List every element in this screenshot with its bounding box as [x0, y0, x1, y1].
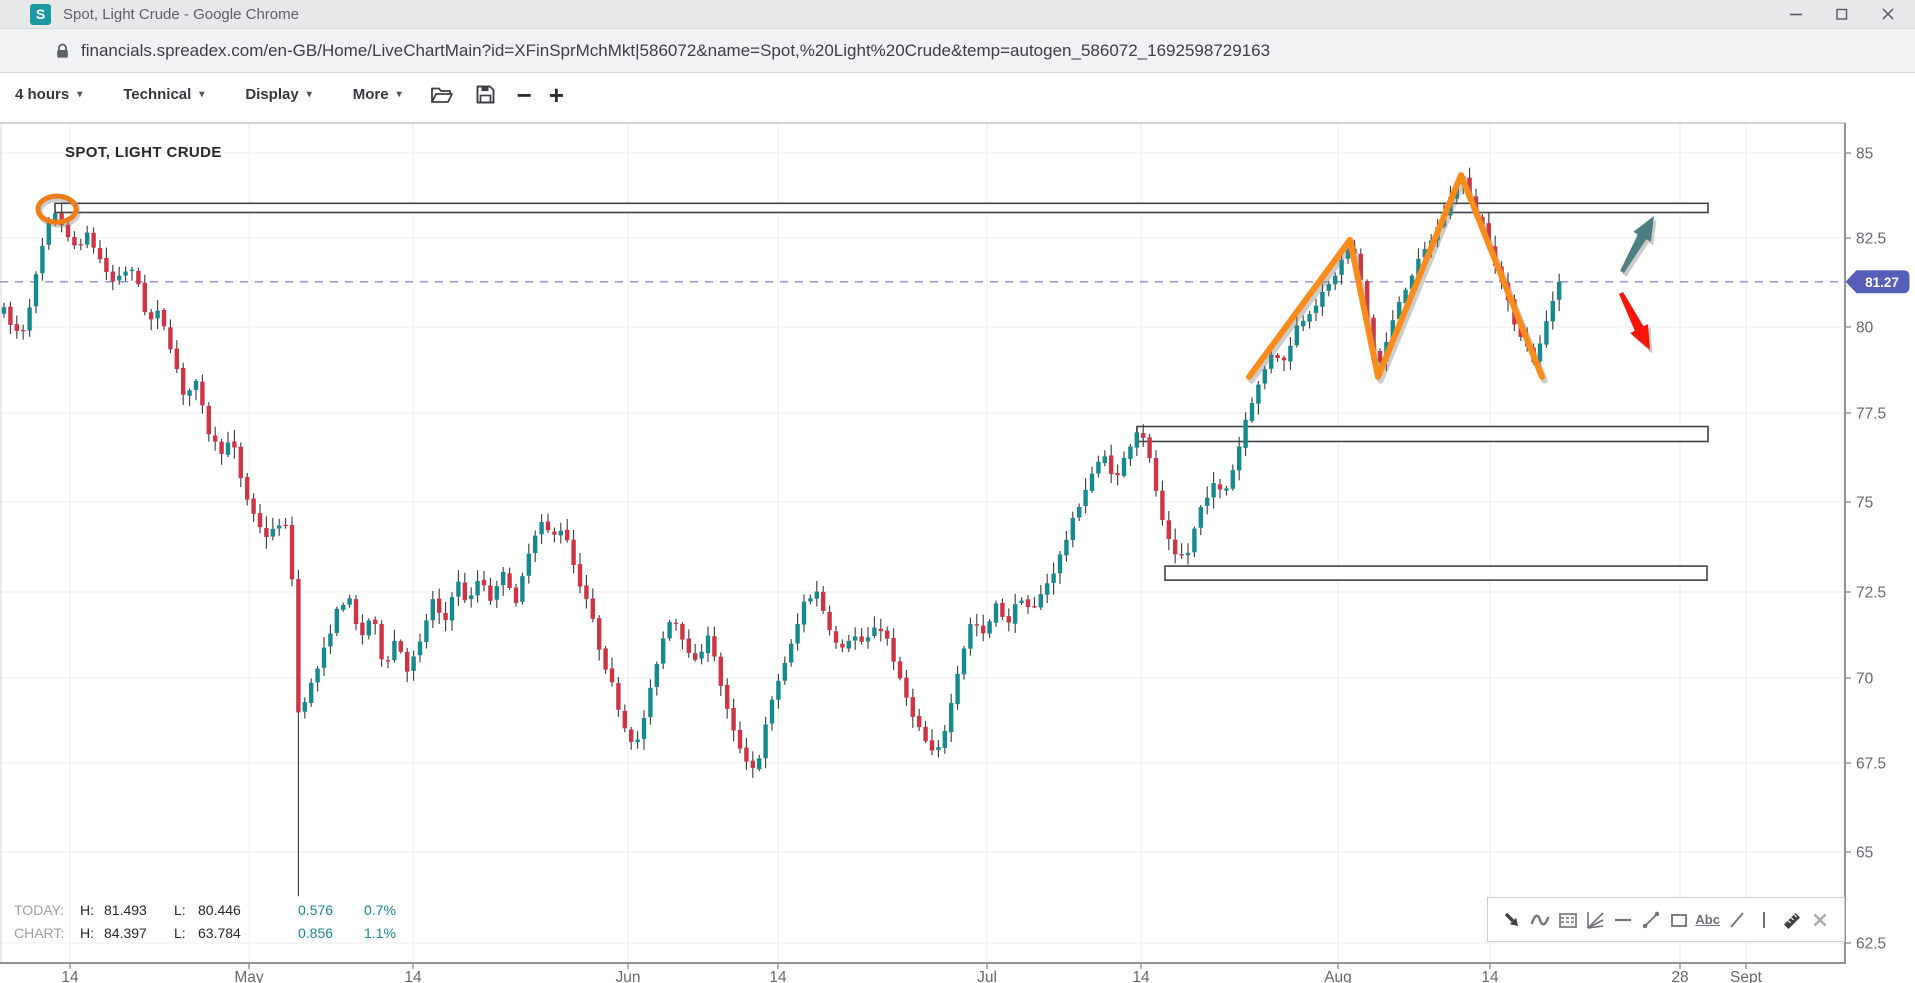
y-axis-label: 62.5 — [1856, 936, 1886, 953]
zoom-in-button[interactable]: + — [549, 86, 564, 104]
chart-low: 63.784 — [198, 922, 272, 945]
tool-trend-line-icon[interactable] — [1640, 909, 1662, 931]
tool-grid-icon[interactable] — [1557, 909, 1579, 931]
window-title: Spot, Light Crude - Google Chrome — [63, 6, 299, 23]
today-change-pct: 0.7% — [364, 899, 396, 922]
x-axis-label: 14 — [1481, 969, 1499, 983]
price-badge: 81.27 — [1846, 270, 1910, 293]
chart-change: 0.856 — [298, 922, 364, 945]
price-stats: TODAY: H: 81.493 L: 80.446 0.576 0.7% CH… — [14, 899, 396, 945]
low-label: L: — [174, 899, 198, 922]
save-icon — [475, 84, 496, 105]
x-axis-label: 14 — [404, 969, 422, 983]
chart-high: 84.397 — [104, 922, 174, 945]
chart-label: CHART: — [14, 922, 80, 945]
url-text[interactable]: financials.spreadex.com/en-GB/Home/LiveC… — [81, 41, 1270, 61]
tool-ruler-icon[interactable] — [1781, 909, 1803, 931]
tool-rectangle-icon[interactable] — [1668, 909, 1690, 931]
open-folder-icon — [430, 84, 454, 106]
zone-rectangle — [1165, 566, 1707, 580]
y-axis-label: 75 — [1856, 495, 1873, 512]
chevron-down-icon: ▾ — [199, 89, 204, 100]
today-low: 80.446 — [198, 899, 272, 922]
lock-icon — [56, 43, 69, 59]
x-axis-label: Jul — [977, 969, 997, 983]
x-axis-label: Aug — [1324, 969, 1352, 983]
chevron-down-icon: ▾ — [397, 89, 402, 100]
chevron-down-icon: ▾ — [77, 89, 82, 100]
up-trend-arrow — [1620, 216, 1654, 273]
x-axis-label: Sept — [1730, 969, 1763, 983]
grid-lines — [0, 123, 1845, 963]
chart-change-pct: 1.1% — [364, 922, 396, 945]
price-chart[interactable]: 85 82.5 80 77.5 75 72.5 70 67.5 65 62.5 14 May 14 Jun… — [0, 115, 1915, 983]
drawing-toolbar: Abc — [1487, 897, 1845, 942]
y-axis-label: 85 — [1856, 146, 1873, 163]
today-stats-row: TODAY: H: 81.493 L: 80.446 0.576 0.7% — [14, 899, 396, 922]
tool-diagonal-line-icon[interactable] — [1726, 909, 1748, 931]
chart-symbol-title: SPOT, LIGHT CRUDE — [65, 144, 222, 161]
close-icon — [1881, 7, 1895, 21]
timeframe-menu-label: 4 hours — [15, 86, 69, 103]
zone-rectangle — [55, 203, 1708, 212]
y-axis-label: 80 — [1856, 320, 1874, 337]
x-axis-label: May — [234, 969, 264, 983]
low-label: L: — [174, 922, 198, 945]
tool-pointer-icon[interactable] — [1501, 909, 1523, 931]
display-menu[interactable]: Display ▾ — [245, 86, 311, 103]
display-menu-label: Display — [245, 86, 298, 103]
down-trend-arrow — [1619, 292, 1650, 350]
today-label: TODAY: — [14, 899, 80, 922]
axes: 85 82.5 80 77.5 75 72.5 70 67.5 65 62.5 14 May 14 Jun… — [0, 123, 1886, 983]
y-axis-label: 70 — [1856, 671, 1874, 688]
x-axis-label: 14 — [1132, 969, 1150, 983]
minimize-icon — [1789, 7, 1803, 21]
window-titlebar: S Spot, Light Crude - Google Chrome — [0, 0, 1915, 29]
technical-menu[interactable]: Technical ▾ — [123, 86, 204, 103]
chevron-down-icon: ▾ — [307, 89, 312, 100]
zoom-out-button[interactable]: − — [517, 86, 532, 104]
price-badge-value: 81.27 — [1865, 275, 1899, 290]
tool-close-icon[interactable] — [1809, 909, 1831, 931]
zone-rectangle — [1137, 427, 1708, 442]
technical-menu-label: Technical — [123, 86, 191, 103]
today-change: 0.576 — [298, 899, 364, 922]
maximize-button[interactable] — [1819, 0, 1865, 28]
x-axis-label: 14 — [769, 969, 787, 983]
y-axis-label: 82.5 — [1856, 231, 1886, 248]
address-bar: financials.spreadex.com/en-GB/Home/LiveC… — [0, 29, 1915, 73]
price-zones — [55, 203, 1708, 580]
chart-menu-bar: 4 hours ▾ Technical ▾ Display ▾ More ▾ −… — [0, 73, 1915, 116]
x-axis-label: 28 — [1671, 969, 1688, 983]
y-axis-label: 65 — [1856, 845, 1873, 862]
save-button[interactable] — [475, 84, 496, 105]
x-axis-label: Jun — [616, 969, 641, 983]
timeframe-menu[interactable]: 4 hours ▾ — [15, 86, 82, 103]
y-axis-label: 67.5 — [1856, 756, 1886, 773]
tool-text[interactable]: Abc — [1695, 912, 1720, 927]
close-button[interactable] — [1865, 0, 1911, 28]
high-label: H: — [80, 899, 104, 922]
site-favicon-icon: S — [30, 4, 51, 25]
tool-vertical-line-icon[interactable] — [1753, 909, 1775, 931]
high-label: H: — [80, 922, 104, 945]
tool-curve-icon[interactable] — [1529, 909, 1551, 931]
today-high: 81.493 — [104, 899, 174, 922]
open-folder-button[interactable] — [430, 84, 454, 106]
chart-stats-row: CHART: H: 84.397 L: 63.784 0.856 1.1% — [14, 922, 396, 945]
more-menu[interactable]: More ▾ — [353, 86, 402, 103]
more-menu-label: More — [353, 86, 389, 103]
tool-horizontal-line-icon[interactable] — [1612, 909, 1634, 931]
y-axis-label: 72.5 — [1856, 585, 1886, 602]
tool-fan-icon[interactable] — [1584, 909, 1606, 931]
maximize-icon — [1835, 7, 1849, 21]
x-axis-label: 14 — [61, 969, 79, 983]
minimize-button[interactable] — [1773, 0, 1819, 28]
y-axis-label: 77.5 — [1856, 406, 1886, 423]
